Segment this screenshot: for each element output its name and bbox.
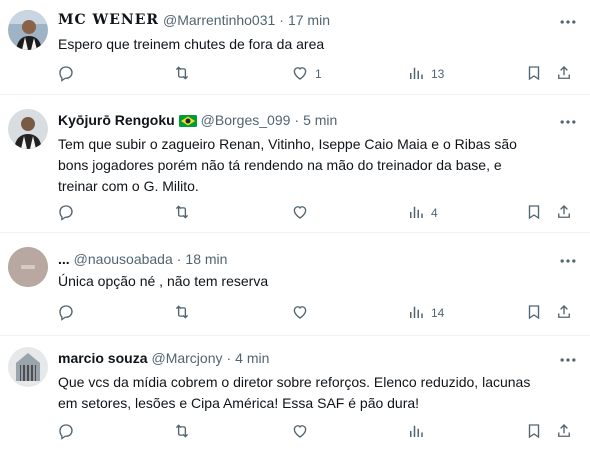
- more-icon[interactable]: [558, 350, 578, 370]
- author-handle[interactable]: @naousoabada: [74, 251, 173, 267]
- like-button[interactable]: [291, 198, 315, 228]
- retweet-button[interactable]: [173, 417, 197, 447]
- tweet-text-line: treinar com o G. Milito.: [58, 178, 199, 194]
- views-button[interactable]: 4: [407, 198, 438, 228]
- reply-icon: [57, 303, 75, 324]
- share-button[interactable]: [555, 417, 573, 447]
- share-icon: [555, 422, 573, 443]
- tweet-4[interactable]: marcio souza @Marcjony · 4 min Que vcs d…: [0, 335, 590, 455]
- author-name[interactable]: MC WENER: [58, 12, 159, 28]
- tweet-text-line: Tem que subir o zagueiro Renan, Vitinho,…: [58, 136, 517, 152]
- views-button[interactable]: 13: [407, 59, 444, 89]
- retweet-button[interactable]: [173, 198, 197, 228]
- author-handle[interactable]: @Marrentinho031: [163, 12, 275, 28]
- views-count: 14: [431, 306, 445, 320]
- share-button[interactable]: [555, 198, 573, 228]
- tweet-1[interactable]: MC WENER @Marrentinho031 · 17 min Espero…: [0, 0, 590, 95]
- tweet-text-line: Que vcs da mídia cobrem o diretor sobre …: [58, 374, 531, 390]
- avatar[interactable]: [8, 109, 48, 149]
- like-icon: [291, 303, 309, 324]
- like-button[interactable]: [291, 298, 315, 328]
- like-icon: [291, 422, 309, 443]
- bookmark-icon: [525, 422, 543, 443]
- share-icon: [555, 64, 573, 85]
- reply-button[interactable]: [57, 198, 81, 228]
- reply-button[interactable]: [57, 59, 81, 89]
- bookmark-icon: [525, 303, 543, 324]
- author-handle[interactable]: @Marcjony: [151, 350, 222, 366]
- reply-button[interactable]: [57, 298, 81, 328]
- tweet-2[interactable]: Kyōjurō Rengoku @Borges_099 · 5 min Tem …: [0, 94, 590, 233]
- more-icon[interactable]: [558, 12, 578, 32]
- tweet-text-line: Espero que treinem chutes de fora da are…: [58, 36, 325, 52]
- share-icon: [555, 203, 573, 224]
- like-button[interactable]: [291, 417, 315, 447]
- views-icon: [407, 303, 425, 324]
- like-count: 1: [315, 67, 322, 81]
- views-button[interactable]: [407, 417, 431, 447]
- views-count: 4: [431, 206, 438, 220]
- reply-icon: [57, 203, 75, 224]
- avatar[interactable]: [8, 347, 48, 387]
- retweet-button[interactable]: [173, 298, 197, 328]
- separator: ·: [176, 251, 182, 267]
- views-count: 13: [431, 67, 445, 81]
- brazil-flag-icon: [178, 114, 197, 127]
- avatar[interactable]: [8, 247, 48, 287]
- bookmark-button[interactable]: [525, 417, 543, 447]
- share-button[interactable]: [555, 298, 573, 328]
- separator: ·: [279, 12, 284, 28]
- reply-icon: [57, 422, 75, 443]
- like-icon: [291, 203, 309, 224]
- bookmark-button[interactable]: [525, 198, 543, 228]
- timestamp[interactable]: 5 min: [303, 112, 337, 128]
- separator: ·: [226, 350, 232, 366]
- retweet-icon: [173, 203, 191, 224]
- share-button[interactable]: [555, 59, 573, 89]
- retweet-icon: [173, 303, 191, 324]
- tweet-text-line: bons jogadores porém não tá rendendo na …: [58, 157, 502, 173]
- tweet-3[interactable]: ... @naousoabada · 18 min Única opção né…: [0, 232, 590, 336]
- share-icon: [555, 303, 573, 324]
- views-icon: [407, 203, 425, 224]
- like-icon: [291, 64, 309, 85]
- timestamp[interactable]: 4 min: [235, 350, 269, 366]
- like-button[interactable]: 1: [291, 59, 322, 89]
- bookmark-button[interactable]: [525, 59, 543, 89]
- more-icon[interactable]: [558, 112, 578, 132]
- bookmark-icon: [525, 203, 543, 224]
- timestamp[interactable]: 17 min: [288, 12, 330, 28]
- author-name[interactable]: ...: [58, 251, 70, 267]
- retweet-button[interactable]: [173, 59, 197, 89]
- bookmark-button[interactable]: [525, 298, 543, 328]
- bookmark-icon: [525, 64, 543, 85]
- author-name[interactable]: marcio souza: [58, 350, 147, 366]
- views-icon: [407, 64, 425, 85]
- separator: ·: [294, 112, 300, 128]
- more-icon[interactable]: [558, 251, 578, 271]
- timestamp[interactable]: 18 min: [185, 251, 227, 267]
- tweet-text-line: em setores, lesões e Cipa América! Essa …: [58, 395, 420, 411]
- author-handle[interactable]: @Borges_099: [201, 112, 291, 128]
- reply-button[interactable]: [57, 417, 81, 447]
- reply-icon: [57, 64, 75, 85]
- views-icon: [407, 422, 425, 443]
- tweet-text-line: Única opção né , não tem reserva: [58, 273, 269, 289]
- retweet-icon: [173, 422, 191, 443]
- views-button[interactable]: 14: [407, 298, 444, 328]
- avatar[interactable]: [8, 10, 48, 50]
- retweet-icon: [173, 64, 191, 85]
- author-name[interactable]: Kyōjurō Rengoku: [58, 112, 175, 128]
